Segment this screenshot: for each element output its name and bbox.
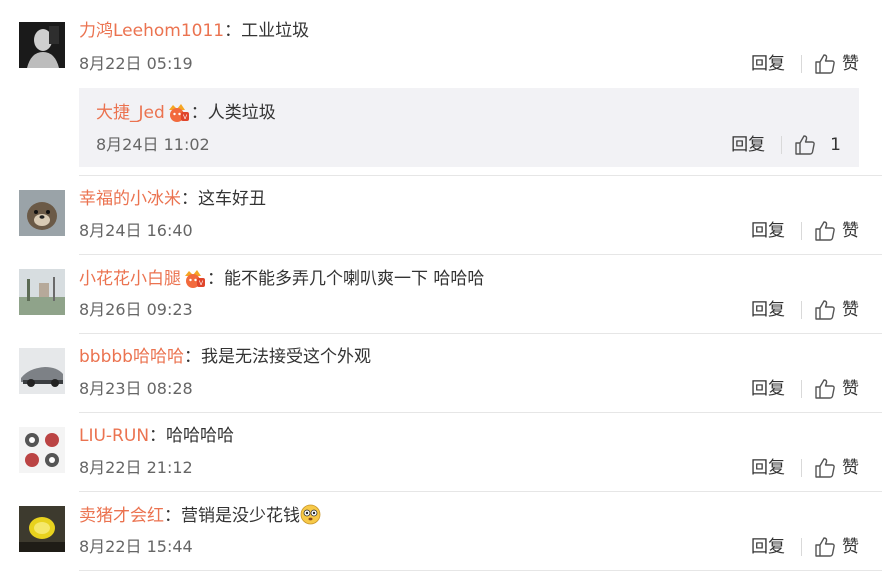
thumbs-up-icon — [815, 54, 835, 74]
avatar-image — [19, 269, 65, 315]
divider — [79, 491, 882, 492]
avatar-image — [19, 22, 65, 68]
avatar[interactable] — [19, 348, 65, 394]
username-link[interactable]: 小花花小白腿 — [79, 269, 181, 289]
comment-time: 8月22日 21:12 — [79, 458, 193, 477]
colon: ： — [149, 426, 167, 446]
like-button[interactable]: 赞 — [814, 220, 859, 242]
avatar[interactable] — [19, 506, 65, 552]
divider — [79, 412, 882, 413]
avatar-image — [19, 506, 65, 552]
colon: ： — [207, 269, 224, 289]
comment-text: 能不能多弄几个喇叭爽一下 哈哈哈 — [224, 269, 485, 289]
reply-button[interactable]: 回复 — [731, 134, 765, 156]
comment-line: bbbbb哈哈哈：我是无法接受这个外观 — [79, 346, 371, 368]
divider — [801, 55, 802, 73]
divider — [801, 222, 802, 240]
comment-actions: 回复 赞 — [751, 298, 859, 322]
username-link[interactable]: 卖猪才会红 — [79, 506, 164, 526]
comment-line: 卖猪才会红：营销是没少花钱 — [79, 504, 321, 527]
reply-time: 8月24日 11:02 — [96, 135, 210, 154]
like-label: 赞 — [842, 54, 859, 74]
colon: ： — [183, 347, 201, 367]
vip-crown-badge: V — [165, 101, 191, 123]
thumbs-up-icon — [815, 458, 835, 478]
divider — [801, 538, 802, 556]
divider — [79, 570, 882, 571]
username-link[interactable]: LIU-RUN — [79, 426, 149, 446]
comment-line: 幸福的小冰米：这车好丑 — [79, 188, 266, 210]
colon: ： — [224, 21, 242, 41]
like-button[interactable]: 赞 — [814, 53, 859, 75]
divider — [801, 459, 802, 477]
divider — [801, 301, 802, 319]
reply-line: 大捷_Jed V ：人类垃圾 — [96, 101, 276, 124]
like-count: 1 — [830, 135, 841, 155]
comment-actions: 回复 赞 — [751, 219, 859, 243]
comment-actions: 回复 赞 — [751, 535, 859, 559]
like-button[interactable]: 赞 — [814, 536, 859, 558]
thumbs-up-icon — [815, 537, 835, 557]
reply-text: 人类垃圾 — [207, 103, 276, 123]
divider — [781, 136, 783, 154]
comment-time: 8月23日 08:28 — [79, 379, 193, 398]
like-button[interactable]: 赞 — [814, 299, 859, 321]
avatar[interactable] — [19, 22, 65, 68]
comment-actions: 回复 赞 — [751, 377, 859, 401]
avatar[interactable] — [19, 269, 65, 315]
avatar[interactable] — [19, 427, 65, 473]
like-label: 赞 — [842, 379, 859, 399]
comment-text: 我是无法接受这个外观 — [200, 347, 371, 367]
thumbs-up-icon — [815, 221, 835, 241]
reply-button[interactable]: 回复 — [751, 220, 785, 242]
username-link[interactable]: 幸福的小冰米 — [79, 189, 181, 209]
reply-button[interactable]: 回复 — [751, 299, 785, 321]
thumbs-up-icon — [815, 300, 835, 320]
divider — [79, 175, 882, 176]
like-label: 赞 — [842, 300, 859, 320]
reply-actions: 回复 1 — [731, 133, 841, 157]
divider — [79, 254, 882, 255]
username-link[interactable]: 力鸿Leehom1011 — [79, 21, 224, 41]
comment-time: 8月22日 05:19 — [79, 54, 193, 73]
like-label: 赞 — [842, 458, 859, 478]
comment-time: 8月24日 16:40 — [79, 221, 193, 240]
stunned-face-emoji — [300, 504, 321, 525]
like-label: 赞 — [842, 221, 859, 241]
like-button[interactable]: 赞 — [814, 457, 859, 479]
comment-time: 8月22日 15:44 — [79, 537, 193, 556]
comment-actions: 回复 赞 — [751, 52, 859, 76]
divider — [801, 380, 802, 398]
like-button[interactable]: 赞 — [814, 378, 859, 400]
comment-text: 工业垃圾 — [241, 21, 310, 41]
reply-button[interactable]: 回复 — [751, 536, 785, 558]
reply-button[interactable]: 回复 — [751, 53, 785, 75]
username-link[interactable]: bbbbb哈哈哈 — [79, 347, 184, 367]
avatar-image — [19, 427, 65, 473]
comment-line: 力鸿Leehom1011：工业垃圾 — [79, 20, 309, 42]
thumbs-up-icon — [795, 135, 815, 155]
reply-button[interactable]: 回复 — [751, 457, 785, 479]
comment-text: 营销是没少花钱 — [181, 506, 300, 526]
divider — [79, 333, 882, 334]
username-link[interactable]: 大捷_Jed — [96, 103, 165, 123]
avatar[interactable] — [19, 190, 65, 236]
avatar-image — [19, 348, 65, 394]
like-label: 赞 — [842, 537, 859, 557]
comment-text: 哈哈哈哈 — [166, 426, 235, 446]
thumbs-up-icon — [815, 379, 835, 399]
colon: ： — [181, 189, 198, 209]
colon: ： — [190, 103, 208, 123]
comment-line: 小花花小白腿 V ：能不能多弄几个喇叭爽一下 哈哈哈 — [79, 267, 484, 290]
comment-time: 8月26日 09:23 — [79, 300, 193, 319]
avatar-image — [19, 190, 65, 236]
comment-line: LIU-RUN：哈哈哈哈 — [79, 425, 234, 447]
vip-crown-badge: V — [181, 267, 207, 289]
reply-button[interactable]: 回复 — [751, 378, 785, 400]
comment-actions: 回复 赞 — [751, 456, 859, 480]
reply-box: 大捷_Jed V ：人类垃圾 8月24日 11:02 回复 1 — [79, 88, 859, 167]
comment-text: 这车好丑 — [198, 189, 266, 209]
like-button[interactable]: 1 — [794, 134, 841, 156]
colon: ： — [164, 506, 181, 526]
